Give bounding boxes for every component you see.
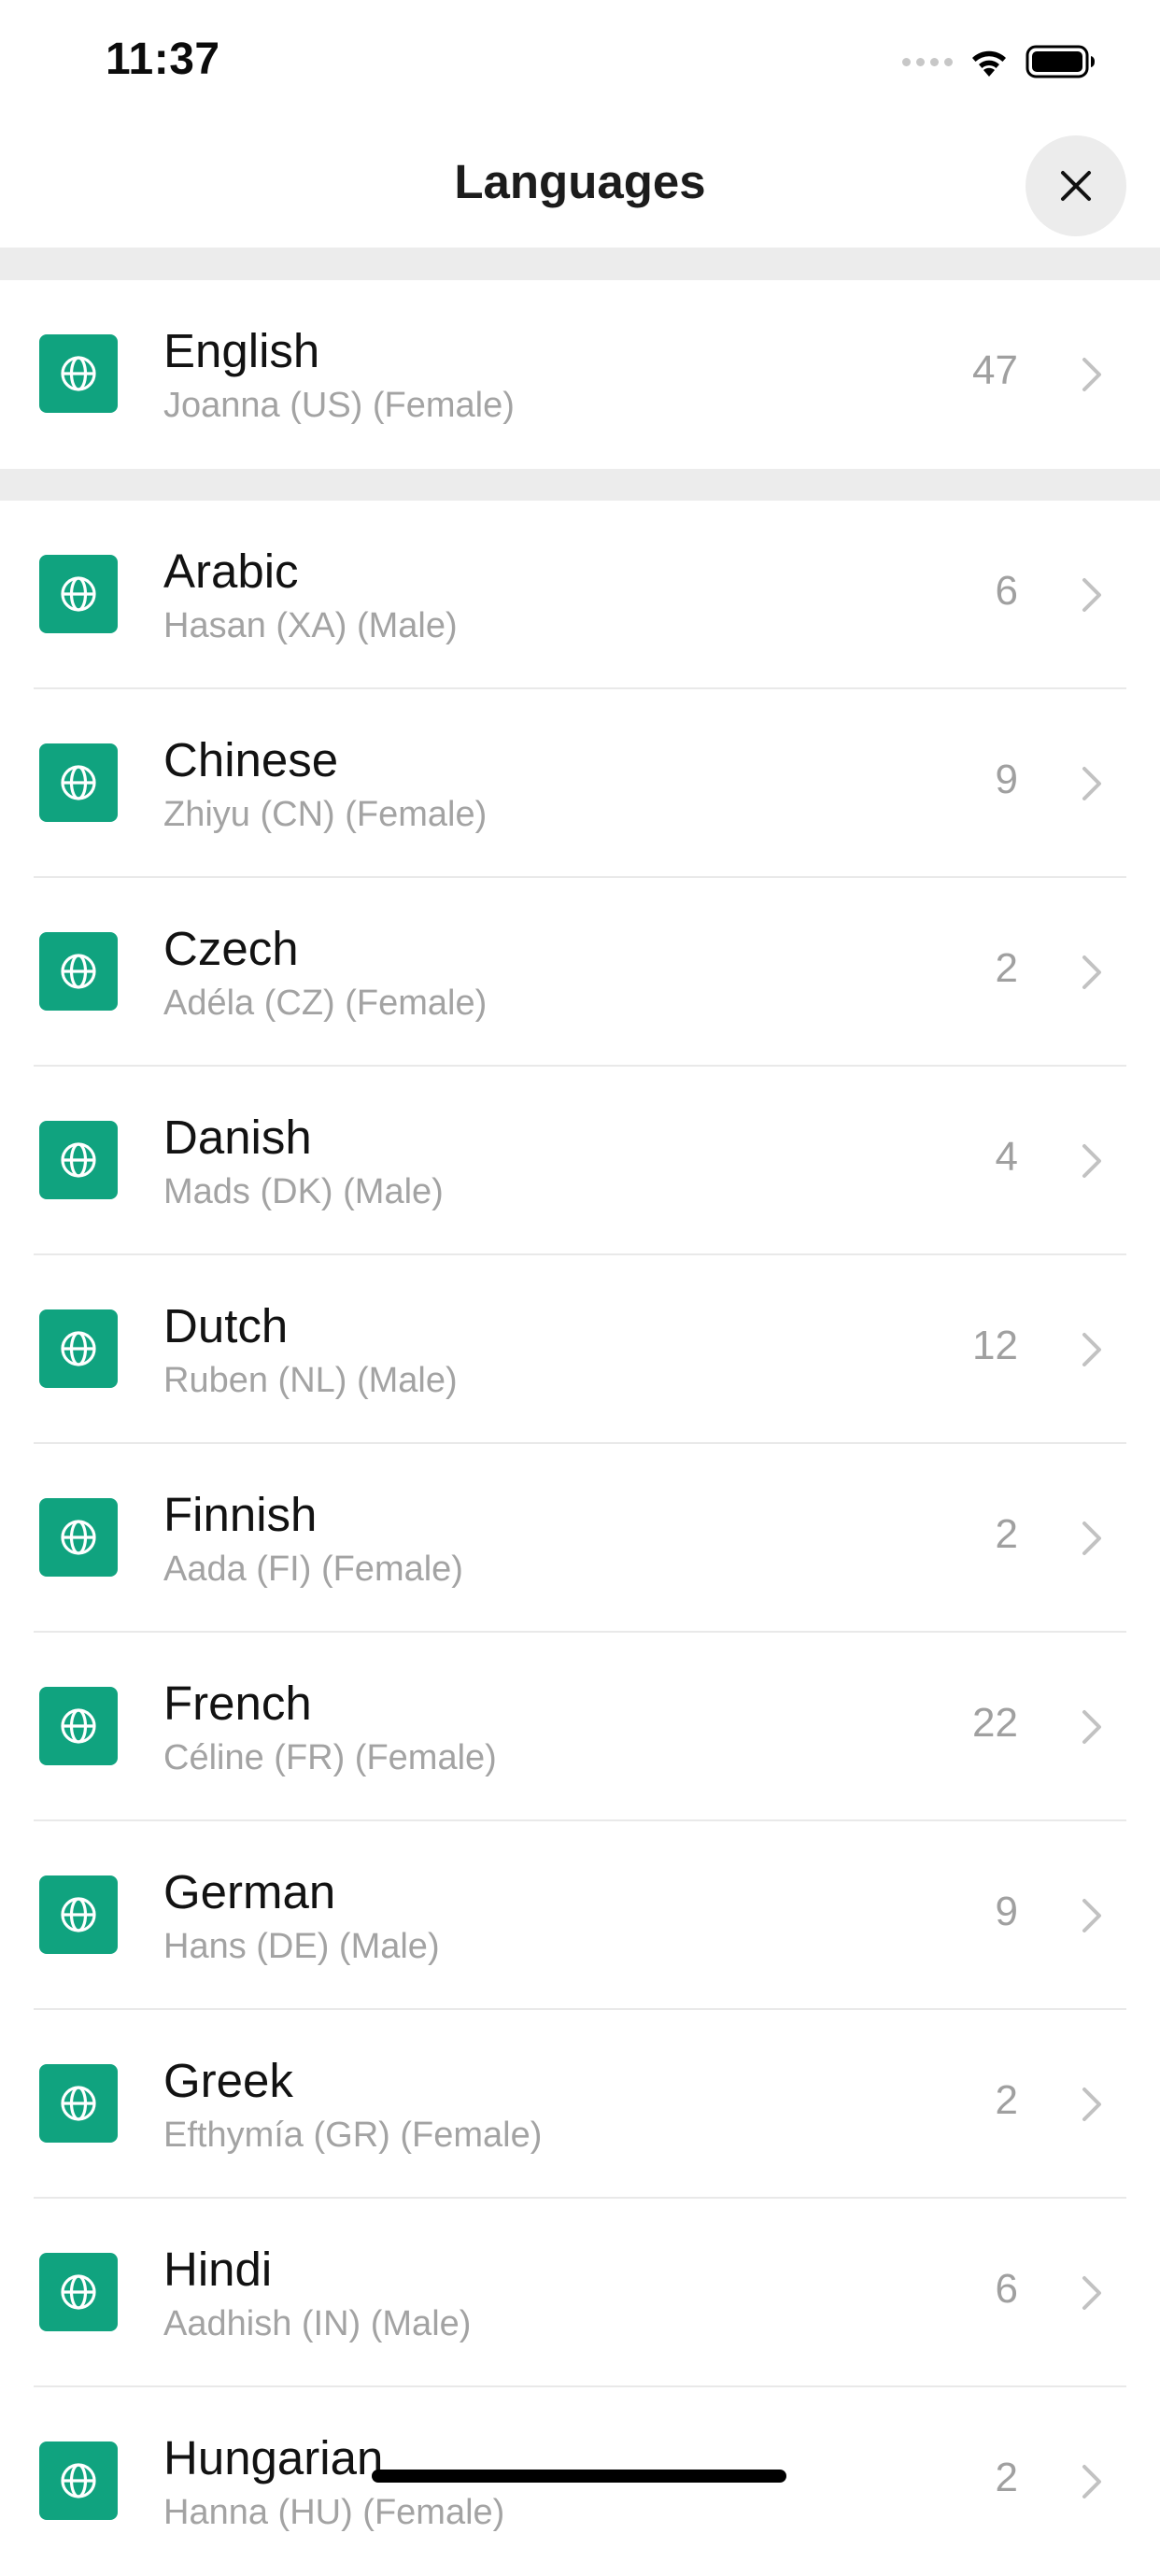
status-bar: 11:37 [0,0,1160,126]
chevron-right-icon [1082,578,1101,612]
list-item-language[interactable]: Hindi Aadhish (IN) (Male) 6 [0,2199,1160,2387]
voice-count: 2 [995,2077,1018,2123]
list-item-subtitle: Adéla (CZ) (Female) [163,984,488,1023]
voice-count: 4 [995,1134,1018,1180]
list-item-title: Hungarian [163,2431,384,2484]
voice-count: 2 [995,1511,1018,1557]
list-item-title: Chinese [163,733,339,786]
close-icon [1061,171,1091,201]
list-item-subtitle: Aada (FI) (Female) [163,1550,463,1589]
globe-icon [39,1309,118,1388]
wifi-icon [972,50,1006,77]
home-indicator [372,2470,786,2483]
section-separator [0,248,1160,280]
list-item-featured-language[interactable]: English Joanna (US) (Female) 47 [0,280,1160,469]
list-item-language[interactable]: Dutch Ruben (NL) (Male) 12 [0,1255,1160,1444]
chevron-right-icon [1082,1899,1101,1932]
list-item-subtitle: Mads (DK) (Male) [163,1172,444,1211]
chevron-right-icon [1082,1144,1101,1178]
list-item-title: Czech [163,922,299,975]
globe-icon [39,1875,118,1954]
globe-icon [39,2064,118,2143]
voice-count: 6 [995,568,1018,614]
list-item-title: Greek [163,2054,293,2107]
cellular-signal-icon [902,57,953,66]
list-item-title: French [163,1677,312,1730]
list-item-title: English [163,324,320,377]
list-item-subtitle: Hanna (HU) (Female) [163,2493,505,2532]
list-item-title: Danish [163,1111,312,1164]
chevron-right-icon [1082,2276,1101,2310]
page-title: Languages [454,155,706,208]
list-item-subtitle: Hasan (XA) (Male) [163,606,458,645]
voice-count: 6 [995,2266,1018,2312]
globe-icon [39,2442,118,2520]
chevron-right-icon [1082,358,1101,391]
list-item-subtitle: Hans (DE) (Male) [163,1927,440,1966]
list-item-language[interactable]: Arabic Hasan (XA) (Male) 6 [0,501,1160,689]
globe-icon [39,932,118,1011]
globe-icon [39,1121,118,1199]
list-item-subtitle: Céline (FR) (Female) [163,1738,497,1777]
list-item-subtitle: Joanna (US) (Female) [163,386,515,425]
list-item-subtitle: Efthymía (GR) (Female) [163,2116,543,2155]
chevron-right-icon [1082,767,1101,800]
globe-icon [39,1498,118,1577]
status-icons [902,43,1096,80]
list-item-title: Hindi [163,2243,273,2296]
list-item-title: Arabic [163,545,299,598]
list-item-title: German [163,1865,336,1918]
voice-count: 9 [995,757,1018,802]
globe-icon [39,334,118,413]
globe-icon [39,743,118,822]
status-time: 11:37 [106,35,220,84]
globe-icon [39,2253,118,2331]
voice-count: 12 [972,1323,1018,1368]
header: Languages [0,126,1160,248]
list-item-language[interactable]: Danish Mads (DK) (Male) 4 [0,1067,1160,1255]
voice-count: 47 [972,347,1018,393]
globe-icon [39,1687,118,1765]
list-item-subtitle: Ruben (NL) (Male) [163,1361,458,1400]
voice-count: 9 [995,1889,1018,1934]
list-item-language[interactable]: Czech Adéla (CZ) (Female) 2 [0,878,1160,1067]
list-item-title: Dutch [163,1299,289,1352]
chevron-right-icon [1082,2465,1101,2498]
close-button[interactable] [1026,135,1126,236]
list-item-title: Finnish [163,1488,318,1541]
battery-icon [1026,45,1095,78]
voice-count: 22 [972,1700,1018,1746]
list-item-language[interactable]: Finnish Aada (FI) (Female) 2 [0,1444,1160,1633]
globe-icon [39,555,118,633]
chevron-right-icon [1082,1333,1101,1366]
chevron-right-icon [1082,955,1101,989]
list-item-subtitle: Zhiyu (CN) (Female) [163,795,488,834]
voice-count: 2 [995,945,1018,991]
list-item-language[interactable]: German Hans (DE) (Male) 9 [0,1821,1160,2010]
list-item-language[interactable]: French Céline (FR) (Female) 22 [0,1633,1160,1821]
voice-count: 2 [995,2455,1018,2500]
section-separator [0,469,1160,501]
chevron-right-icon [1082,1522,1101,1555]
list-item-subtitle: Aadhish (IN) (Male) [163,2304,472,2343]
chevron-right-icon [1082,1710,1101,1744]
list-item-language[interactable]: Chinese Zhiyu (CN) (Female) 9 [0,689,1160,878]
chevron-right-icon [1082,2088,1101,2121]
list-item-language[interactable]: Greek Efthymía (GR) (Female) 2 [0,2010,1160,2199]
